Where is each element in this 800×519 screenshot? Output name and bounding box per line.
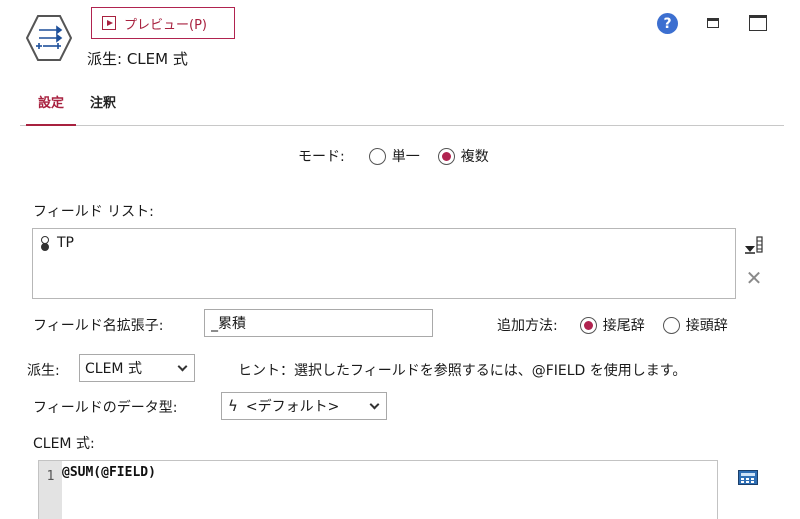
code-line[interactable]: @SUM(@FIELD): [62, 465, 156, 480]
derive-select[interactable]: CLEM 式: [79, 354, 195, 382]
derive-label: 派生:: [27, 363, 60, 379]
field-type-select[interactable]: ϟ <デフォルト>: [221, 392, 387, 420]
prefix-radio[interactable]: [662, 316, 680, 334]
mode-single-label[interactable]: 単一: [392, 146, 420, 166]
extension-label: フィールド名拡張子:: [33, 318, 164, 334]
mode-label: モード:: [298, 149, 345, 165]
mode-single-radio[interactable]: [368, 147, 386, 165]
tab-settings[interactable]: 設定: [26, 94, 77, 126]
hint-text: ヒント：選択したフィールドを参照するには、@FIELD を使用します。: [238, 363, 687, 379]
mode-multiple-radio[interactable]: [437, 147, 455, 165]
line-number: 1: [39, 461, 62, 519]
field-list-label: フィールド リスト:: [33, 204, 154, 220]
delete-icon[interactable]: ✕: [744, 268, 764, 288]
play-icon: [102, 16, 116, 30]
continuous-measure-icon: [41, 236, 49, 251]
mode-multiple-label[interactable]: 複数: [461, 146, 489, 166]
field-name: TP: [57, 235, 74, 251]
preview-button-label: プレビュー(P): [124, 17, 207, 33]
field-type-label: フィールドのデータ型:: [33, 400, 178, 416]
maximize-icon[interactable]: [749, 15, 767, 31]
field-picker-icon[interactable]: [744, 235, 766, 255]
clem-label: CLEM 式:: [33, 436, 95, 452]
field-list[interactable]: TP: [32, 228, 736, 299]
preview-button[interactable]: プレビュー(P): [91, 7, 235, 39]
minimize-icon[interactable]: [707, 18, 719, 28]
node-title: 派生: CLEM 式: [87, 50, 188, 68]
derive-select-value: CLEM 式: [85, 361, 142, 377]
add-method-label: 追加方法:: [497, 318, 558, 334]
lightning-icon: ϟ: [228, 397, 238, 415]
extension-input[interactable]: [204, 309, 433, 337]
help-icon[interactable]: ?: [657, 13, 678, 34]
chevron-down-icon: [177, 361, 188, 372]
tab-bar: 設定 注釈: [20, 88, 784, 126]
derive-node-icon: [26, 15, 72, 61]
prefix-label[interactable]: 接頭辞: [686, 315, 728, 335]
tab-annotations[interactable]: 注釈: [78, 94, 128, 126]
list-item[interactable]: TP: [41, 235, 74, 251]
suffix-radio[interactable]: [579, 316, 597, 334]
field-type-select-value: <デフォルト>: [245, 399, 340, 415]
chevron-down-icon: [369, 399, 380, 410]
suffix-label[interactable]: 接尾辞: [603, 315, 645, 335]
expression-builder-icon[interactable]: [738, 470, 758, 485]
mode-row: モード: 単一 複数: [298, 146, 501, 166]
clem-editor[interactable]: 1 @SUM(@FIELD): [38, 460, 718, 519]
add-method-row: 追加方法: 接尾辞 接頭辞: [497, 315, 728, 335]
